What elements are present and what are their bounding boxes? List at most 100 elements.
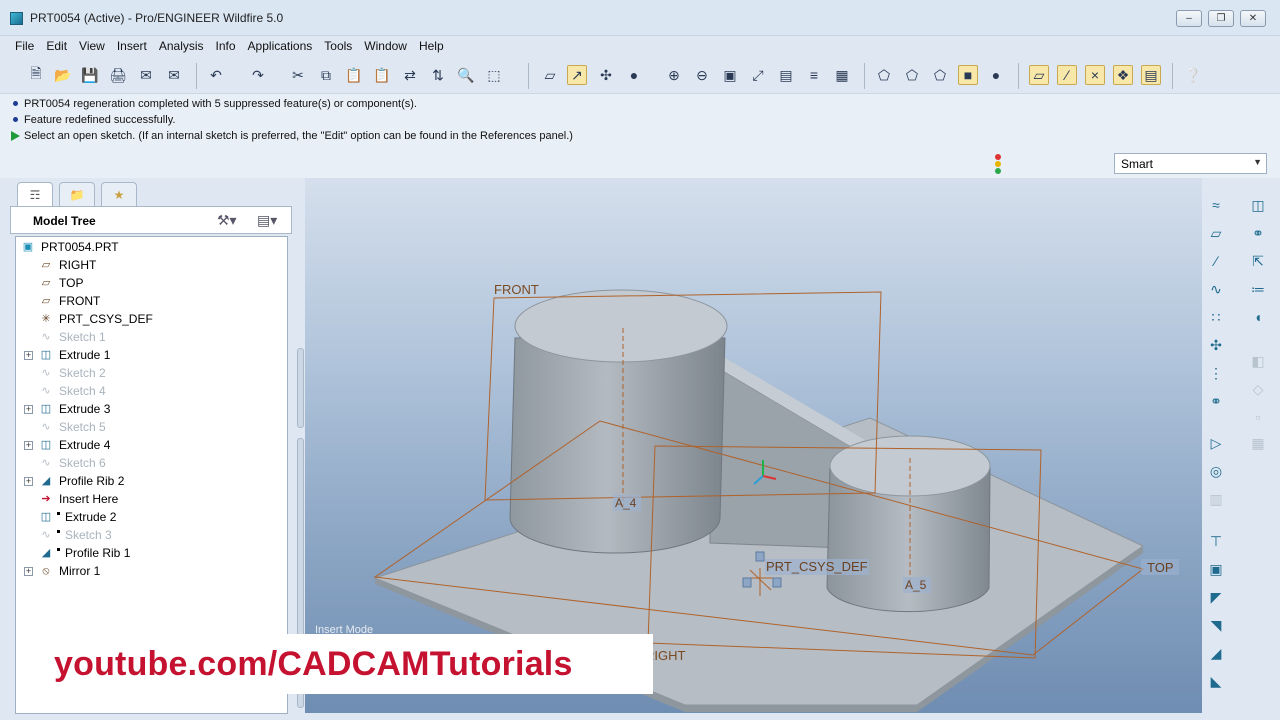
reorient-icon[interactable]: ⤢ <box>748 65 768 85</box>
expand-icon[interactable]: + <box>24 351 33 360</box>
tree-settings-icon[interactable]: ⚒▾ <box>217 212 237 229</box>
extrude-tool-icon[interactable]: ◫ <box>1247 194 1269 216</box>
selection-filter-select[interactable]: Smart ▼ <box>1114 153 1267 174</box>
send-mail-icon[interactable]: ✉ <box>136 65 156 85</box>
model-view[interactable]: FRONT TOP RIGHT PRT_CSYS_DEF A_4 A_5 <box>305 178 1202 713</box>
revolve-tool-icon[interactable]: ⚭ <box>1247 222 1269 244</box>
axis-display-icon[interactable]: ∕ <box>1057 65 1077 85</box>
paste-icon[interactable]: 📋 <box>344 65 364 85</box>
csys-tool-icon[interactable]: ✣ <box>1205 334 1227 356</box>
tree-row[interactable]: ∿ Sketch 3 <box>16 527 286 545</box>
menu-insert[interactable]: Insert <box>111 36 153 58</box>
annotation-display-icon[interactable]: ▤ <box>1141 65 1161 85</box>
regenerate-icon[interactable]: ⇄ <box>400 65 420 85</box>
restore-button[interactable]: ❐ <box>1208 10 1234 27</box>
copy-icon[interactable]: ⧉ <box>316 65 336 85</box>
csys-display-icon[interactable]: ❖ <box>1113 65 1133 85</box>
undo-icon[interactable]: ↶ <box>206 65 226 85</box>
menu-help[interactable]: Help <box>413 36 450 58</box>
menu-tools[interactable]: Tools <box>318 36 358 58</box>
tree-row[interactable]: ▣ PRT0054.PRT <box>16 239 286 257</box>
find-icon[interactable]: 🔍 <box>456 65 476 85</box>
plane-display-icon[interactable]: ▱ <box>1029 65 1049 85</box>
zoom-in-icon[interactable]: ⊕ <box>664 65 684 85</box>
open-folder-icon[interactable]: 📂 <box>53 65 73 85</box>
select-box-icon[interactable]: ⬚ <box>484 65 504 85</box>
cut-icon[interactable]: ✂ <box>288 65 308 85</box>
expand-icon[interactable]: + <box>24 441 33 450</box>
datum-point-tool-icon[interactable]: ∷ <box>1205 306 1227 328</box>
view-manager-icon[interactable]: ▦ <box>832 65 852 85</box>
tree-row[interactable]: + ⦸ Mirror 1 <box>16 563 286 581</box>
show-menu-icon[interactable]: ▤▾ <box>257 212 277 229</box>
analysis-feature-icon[interactable]: ⋮ <box>1205 362 1227 384</box>
expand-icon[interactable]: + <box>24 405 33 414</box>
tree-row[interactable]: ∿ Sketch 6 <box>16 455 286 473</box>
menu-applications[interactable]: Applications <box>242 36 319 58</box>
tree-row[interactable]: ∿ Sketch 5 <box>16 419 286 437</box>
sketched-curve-icon[interactable]: ≈ <box>1205 194 1227 216</box>
tree-row[interactable]: + ◫ Extrude 1 <box>16 347 286 365</box>
tree-row[interactable]: + ◫ Extrude 4 <box>16 437 286 455</box>
tree-row[interactable]: + ◫ Extrude 3 <box>16 401 286 419</box>
tree-row[interactable]: ➔ Insert Here <box>16 491 286 509</box>
menu-info[interactable]: Info <box>210 36 242 58</box>
context-help-icon[interactable]: ❔ <box>1183 65 1203 85</box>
point-display-icon[interactable]: × <box>1085 65 1105 85</box>
tree-row[interactable]: + ◢ Profile Rib 2 <box>16 473 286 491</box>
tree-row[interactable]: ∿ Sketch 4 <box>16 383 286 401</box>
save-icon[interactable]: 💾 <box>80 65 100 85</box>
layers-icon[interactable]: ≡ <box>804 65 824 85</box>
menu-analysis[interactable]: Analysis <box>153 36 210 58</box>
graphics-window[interactable]: FRONT TOP RIGHT PRT_CSYS_DEF A_4 A_5 Ins… <box>305 178 1202 713</box>
expand-icon[interactable]: + <box>24 477 33 486</box>
refit-icon[interactable]: ▣ <box>720 65 740 85</box>
tree-row[interactable]: ▱ RIGHT <box>16 257 286 275</box>
regen-manager-icon[interactable]: ⇅ <box>428 65 448 85</box>
menu-window[interactable]: Window <box>358 36 413 58</box>
tree-row[interactable]: ✳ PRT_CSYS_DEF <box>16 311 286 329</box>
shading-icon[interactable]: ● <box>624 65 644 85</box>
paste-special-icon[interactable]: 📋 <box>372 65 392 85</box>
style-tool-icon[interactable]: ◖ <box>1247 306 1269 328</box>
tree-row[interactable]: ▱ FRONT <box>16 293 286 311</box>
close-button[interactable]: ✕ <box>1240 10 1266 27</box>
copy-paste-icon[interactable]: ▷ <box>1205 432 1227 454</box>
datum-plane-tool-icon[interactable]: ▱ <box>1205 222 1227 244</box>
draft-tool-icon[interactable]: ▣ <box>1205 558 1227 580</box>
hidden-line-icon[interactable]: ⬠ <box>902 65 922 85</box>
redo-icon[interactable]: ↷ <box>248 65 268 85</box>
zoom-out-icon[interactable]: ⊖ <box>692 65 712 85</box>
tree-row[interactable]: ∿ Sketch 1 <box>16 329 286 347</box>
tab-folder-browser[interactable]: 📁 <box>59 182 95 206</box>
print-icon[interactable]: 🖨 <box>108 65 128 85</box>
tree-row[interactable]: ◢ Profile Rib 1 <box>16 545 286 563</box>
wireframe-icon[interactable]: ⬠ <box>874 65 894 85</box>
tree-row[interactable]: ◫ Extrude 2 <box>16 509 286 527</box>
menu-file[interactable]: File <box>9 36 40 58</box>
datum-point-display-icon[interactable]: ✣ <box>596 65 616 85</box>
round-tool-icon[interactable]: ◤ <box>1205 586 1227 608</box>
no-hidden-icon[interactable]: ⬠ <box>930 65 950 85</box>
chamfer-tool-icon[interactable]: ◥ <box>1205 614 1227 636</box>
tab-favorites[interactable]: ★ <box>101 182 137 206</box>
menu-view[interactable]: View <box>73 36 111 58</box>
hole-tool-icon[interactable]: ◎ <box>1205 460 1227 482</box>
saved-views-icon[interactable]: ▤ <box>776 65 796 85</box>
datum-axis-display-icon[interactable]: ↗ <box>567 65 587 85</box>
datum-axis-tool-icon[interactable]: ∕ <box>1205 250 1227 272</box>
rib-tool-icon[interactable]: ⊤ <box>1205 530 1227 552</box>
chain-icon[interactable]: ⚭ <box>1205 390 1227 412</box>
sweep-tool-icon[interactable]: ⇱ <box>1247 250 1269 272</box>
enhanced-realism-icon[interactable]: ● <box>986 65 1006 85</box>
profile-rib-tool-icon[interactable]: ◢ <box>1205 642 1227 664</box>
shell-solid-icon[interactable]: ◣ <box>1205 670 1227 692</box>
tab-model-tree[interactable]: ☶ <box>17 182 53 206</box>
scrollbar-upper[interactable] <box>297 348 304 428</box>
datum-plane-display-icon[interactable]: ▱ <box>540 65 560 85</box>
blend-tool-icon[interactable]: ≔ <box>1247 278 1269 300</box>
new-file-icon[interactable]: 🗎 <box>26 65 46 85</box>
minimize-button[interactable]: – <box>1176 10 1202 27</box>
shaded-icon[interactable]: ■ <box>958 65 978 85</box>
tree-row[interactable]: ∿ Sketch 2 <box>16 365 286 383</box>
